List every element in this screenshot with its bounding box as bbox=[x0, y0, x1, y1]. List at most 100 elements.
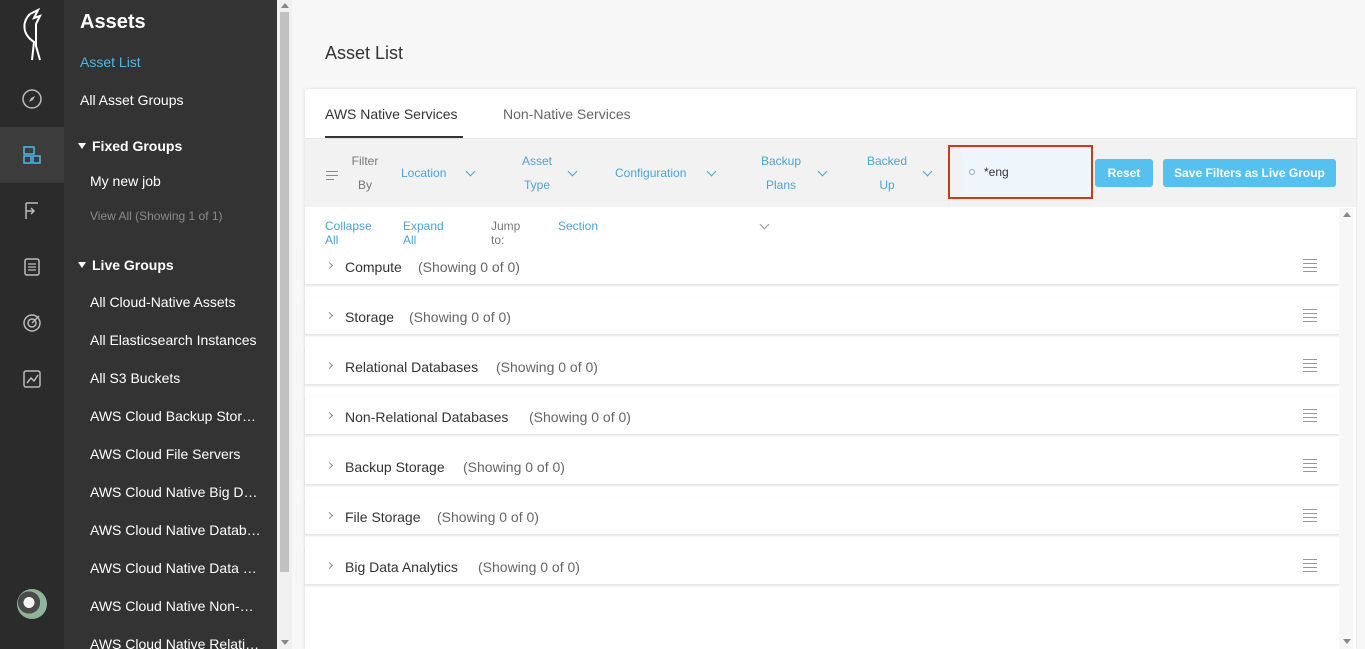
chevron-down-icon bbox=[465, 166, 476, 177]
chevron-right-icon bbox=[325, 261, 334, 270]
configuration-dropdown[interactable]: Configuration bbox=[615, 161, 686, 185]
live-group-item[interactable]: AWS Cloud Native Databases bbox=[90, 522, 262, 538]
live-group-item[interactable]: AWS Cloud Native Big Data bbox=[90, 484, 262, 500]
active-tab-indicator bbox=[325, 136, 463, 138]
section-count: (Showing 0 of 0) bbox=[529, 409, 631, 425]
asset-card: AWS Native Services Non-Native Services … bbox=[305, 89, 1356, 649]
chevron-down-icon bbox=[567, 166, 578, 177]
fixed-groups-header[interactable]: Fixed Groups bbox=[78, 138, 182, 154]
search-highlight bbox=[948, 145, 1093, 199]
live-group-item[interactable]: AWS Cloud Native Non-Relational bbox=[90, 598, 262, 614]
save-live-group-button[interactable]: Save Filters as Live Group bbox=[1163, 159, 1336, 187]
scroll-up-icon[interactable] bbox=[281, 3, 289, 8]
section-storage[interactable]: Storage (Showing 0 of 0) bbox=[305, 297, 1339, 335]
scrollbar-thumb[interactable] bbox=[280, 12, 289, 572]
asset-type-dropdown[interactable]: Asset Type bbox=[517, 149, 557, 197]
section-count: (Showing 0 of 0) bbox=[463, 459, 565, 475]
reports-icon[interactable] bbox=[0, 239, 64, 295]
logo-icon[interactable] bbox=[12, 7, 52, 64]
main-content: Asset List AWS Native Services Non-Nativ… bbox=[292, 0, 1365, 649]
chevron-right-icon bbox=[325, 361, 334, 370]
section-count: (Showing 0 of 0) bbox=[409, 309, 511, 325]
drag-handle-icon[interactable] bbox=[1303, 509, 1317, 525]
live-group-item[interactable]: AWS Cloud Backup Storage bbox=[90, 408, 262, 424]
collapse-all-link[interactable]: Collapse All bbox=[325, 219, 372, 247]
section-name: File Storage bbox=[345, 509, 421, 525]
assets-sidebar: Assets Asset List All Asset Groups Fixed… bbox=[64, 0, 277, 649]
fixed-groups-label: Fixed Groups bbox=[92, 138, 183, 154]
page-title: Asset List bbox=[325, 43, 404, 63]
section-relational-databases[interactable]: Relational Databases (Showing 0 of 0) bbox=[305, 347, 1339, 385]
fixed-groups-view-all[interactable]: View All (Showing 1 of 1) bbox=[90, 209, 223, 223]
sidebar-link-all-asset-groups[interactable]: All Asset Groups bbox=[80, 92, 184, 108]
section-count: (Showing 0 of 0) bbox=[496, 359, 598, 375]
sidebar-link-asset-list[interactable]: Asset List bbox=[80, 54, 141, 70]
scroll-down-icon[interactable] bbox=[281, 640, 289, 645]
scroll-up-icon[interactable] bbox=[1343, 212, 1351, 217]
live-group-item[interactable]: AWS Cloud File Servers bbox=[90, 446, 262, 462]
section-backup-storage[interactable]: Backup Storage (Showing 0 of 0) bbox=[305, 447, 1339, 485]
section-count: (Showing 0 of 0) bbox=[478, 559, 580, 575]
section-count: (Showing 0 of 0) bbox=[418, 259, 520, 275]
chevron-right-icon bbox=[325, 561, 334, 570]
live-group-item[interactable]: All Elasticsearch Instances bbox=[90, 332, 262, 348]
section-big-data-analytics[interactable]: Big Data Analytics (Showing 0 of 0) bbox=[305, 547, 1339, 585]
chevron-right-icon bbox=[325, 411, 334, 420]
caret-down-icon bbox=[78, 143, 86, 149]
drag-handle-icon[interactable] bbox=[1303, 359, 1317, 375]
live-group-item[interactable]: All S3 Buckets bbox=[90, 370, 262, 386]
chevron-down-icon bbox=[706, 166, 717, 177]
jump-to-select[interactable]: Section bbox=[558, 219, 598, 233]
jump-to-label: Jump to: bbox=[491, 219, 521, 247]
service-tabs: AWS Native Services Non-Native Services bbox=[305, 89, 1356, 139]
section-compute[interactable]: Compute (Showing 0 of 0) bbox=[305, 247, 1339, 285]
section-non-relational-databases[interactable]: Non-Relational Databases (Showing 0 of 0… bbox=[305, 397, 1339, 435]
chevron-down-icon bbox=[817, 166, 828, 177]
tab-aws-native[interactable]: AWS Native Services bbox=[325, 106, 458, 122]
reset-button[interactable]: Reset bbox=[1095, 159, 1153, 187]
fixed-group-item[interactable]: My new job bbox=[90, 173, 262, 189]
section-file-storage[interactable]: File Storage (Showing 0 of 0) bbox=[305, 497, 1339, 535]
drag-handle-icon[interactable] bbox=[1303, 409, 1317, 425]
section-name: Backup Storage bbox=[345, 459, 445, 475]
chart-icon[interactable] bbox=[0, 351, 64, 407]
drag-handle-icon[interactable] bbox=[1303, 259, 1317, 275]
target-icon[interactable] bbox=[0, 295, 64, 351]
section-name: Big Data Analytics bbox=[345, 559, 458, 575]
section-name: Relational Databases bbox=[345, 359, 479, 375]
assets-icon[interactable] bbox=[0, 127, 64, 183]
chevron-down-icon[interactable] bbox=[759, 219, 770, 230]
icon-rail bbox=[0, 0, 64, 649]
policy-icon[interactable] bbox=[0, 183, 64, 239]
caret-down-icon bbox=[78, 262, 86, 268]
tab-non-native[interactable]: Non-Native Services bbox=[503, 106, 631, 122]
avatar[interactable] bbox=[17, 589, 47, 619]
sidebar-scrollbar[interactable] bbox=[277, 0, 292, 649]
filter-icon bbox=[326, 171, 338, 183]
location-dropdown[interactable]: Location bbox=[401, 161, 446, 185]
live-group-item[interactable]: AWS Cloud Native Relational bbox=[90, 636, 262, 649]
drag-handle-icon[interactable] bbox=[1303, 309, 1317, 325]
backup-plans-dropdown[interactable]: Backup Plans bbox=[757, 149, 805, 197]
backed-up-dropdown[interactable]: Backed Up bbox=[865, 149, 909, 197]
chevron-right-icon bbox=[325, 311, 334, 320]
section-name: Storage bbox=[345, 309, 395, 325]
section-name: Non-Relational Databases bbox=[345, 409, 509, 425]
filter-by-label: Filter By bbox=[351, 154, 379, 192]
chevron-down-icon bbox=[922, 166, 933, 177]
filter-bar: Filter By Location Asset Type Configuratio… bbox=[305, 139, 1356, 207]
main-scrollbar[interactable] bbox=[1339, 208, 1354, 649]
scroll-down-icon[interactable] bbox=[1343, 639, 1351, 644]
live-group-item[interactable]: AWS Cloud Native Data Warehouses bbox=[90, 560, 262, 576]
section-count: (Showing 0 of 0) bbox=[437, 509, 539, 525]
drag-handle-icon[interactable] bbox=[1303, 559, 1317, 575]
live-group-item[interactable]: All Cloud-Native Assets bbox=[90, 294, 262, 310]
sidebar-title: Assets bbox=[80, 11, 146, 33]
live-groups-label: Live Groups bbox=[92, 257, 174, 273]
drag-handle-icon[interactable] bbox=[1303, 459, 1317, 475]
live-groups-header[interactable]: Live Groups bbox=[78, 257, 174, 273]
compass-icon[interactable] bbox=[0, 71, 64, 127]
chevron-right-icon bbox=[325, 511, 334, 520]
expand-all-link[interactable]: Expand All bbox=[403, 219, 444, 247]
section-name: Compute bbox=[345, 259, 402, 275]
